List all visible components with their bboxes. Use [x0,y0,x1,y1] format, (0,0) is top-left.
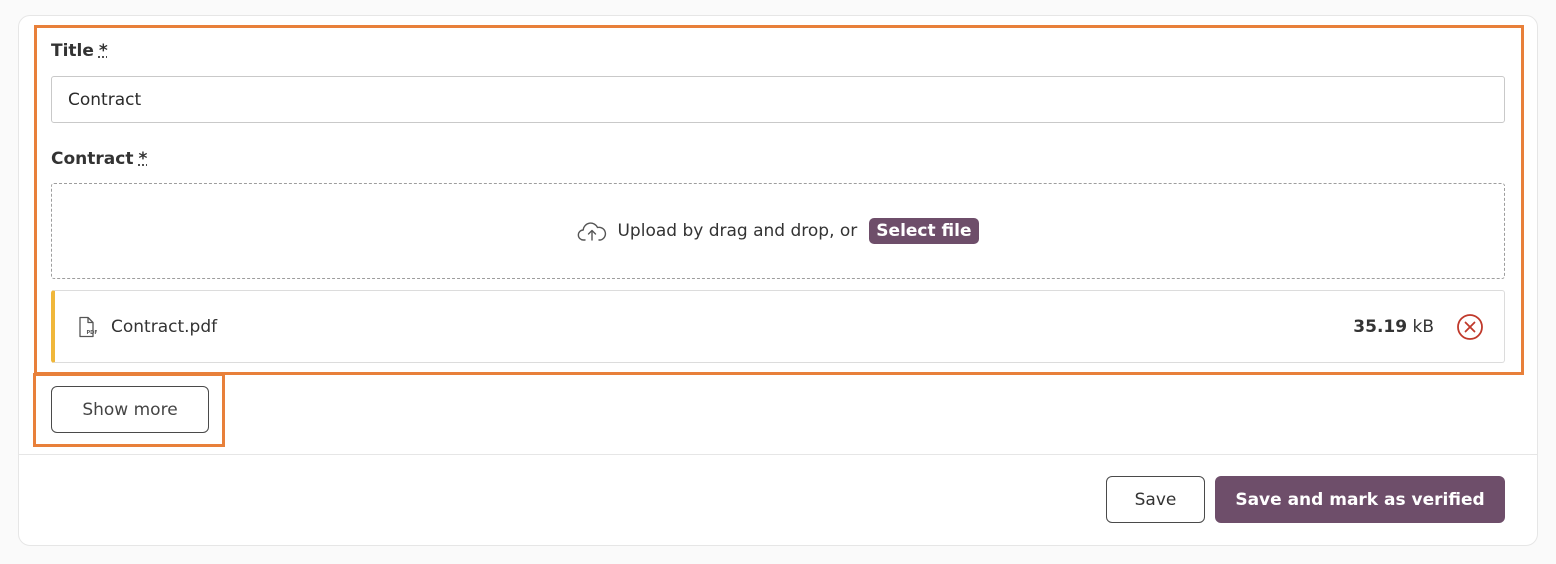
save-and-verify-button[interactable]: Save and mark as verified [1215,476,1505,523]
highlight-frame-main [34,25,1524,375]
footer-divider [19,454,1537,455]
highlight-frame-show-more [33,373,225,447]
save-button[interactable]: Save [1106,476,1205,523]
